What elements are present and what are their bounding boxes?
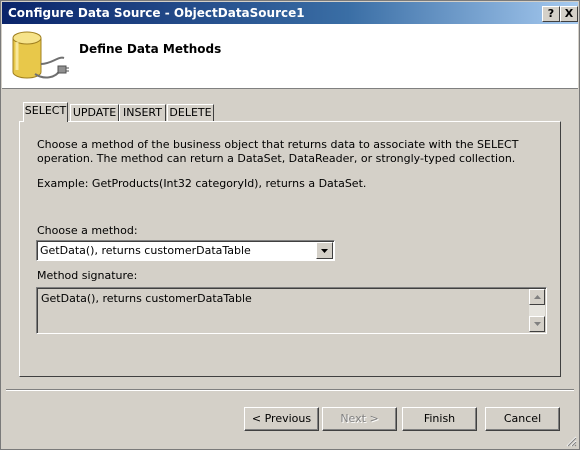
tab-select[interactable]: SELECT [23, 102, 68, 122]
title-bar[interactable]: Configure Data Source - ObjectDataSource… [2, 2, 578, 24]
dialog-window: Configure Data Source - ObjectDataSource… [0, 0, 580, 450]
method-signature-box[interactable]: GetData(), returns customerDataTable [36, 287, 547, 334]
next-button[interactable]: Next > [322, 407, 397, 431]
description-text: Choose a method of the business object t… [37, 138, 519, 165]
dropdown-arrow-button[interactable] [316, 242, 333, 259]
method-dropdown[interactable]: GetData(), returns customerDataTable [36, 240, 335, 261]
signature-scrollbar[interactable] [529, 289, 545, 332]
header-band: Define Data Methods [2, 24, 578, 89]
method-dropdown-value: GetData(), returns customerDataTable [40, 244, 251, 257]
tab-delete[interactable]: DELETE [167, 104, 214, 121]
method-signature-text: GetData(), returns customerDataTable [41, 292, 252, 305]
database-plug-icon [12, 31, 69, 79]
arrow-down-icon [533, 322, 541, 326]
window-title: Configure Data Source - ObjectDataSource… [8, 6, 305, 20]
help-button[interactable]: ? [542, 6, 560, 22]
scroll-up-button[interactable] [529, 289, 545, 305]
arrow-up-icon [533, 295, 541, 299]
tab-update[interactable]: UPDATE [70, 104, 119, 121]
choose-method-label: Choose a method: [37, 224, 138, 237]
footer-divider [6, 389, 574, 391]
tab-insert[interactable]: INSERT [119, 104, 166, 121]
page-title: Define Data Methods [79, 42, 222, 56]
finish-button[interactable]: Finish [402, 407, 477, 431]
chevron-down-icon [321, 249, 328, 253]
example-text: Example: GetProducts(Int32 categoryId), … [37, 177, 367, 190]
select-tab-panel: Choose a method of the business object t… [19, 121, 561, 377]
close-button[interactable]: X [560, 6, 578, 22]
previous-button[interactable]: < Previous [244, 407, 319, 431]
scroll-down-button[interactable] [529, 316, 545, 332]
cancel-button[interactable]: Cancel [485, 407, 560, 431]
resize-grip-icon[interactable] [565, 435, 577, 447]
method-signature-label: Method signature: [37, 269, 138, 282]
